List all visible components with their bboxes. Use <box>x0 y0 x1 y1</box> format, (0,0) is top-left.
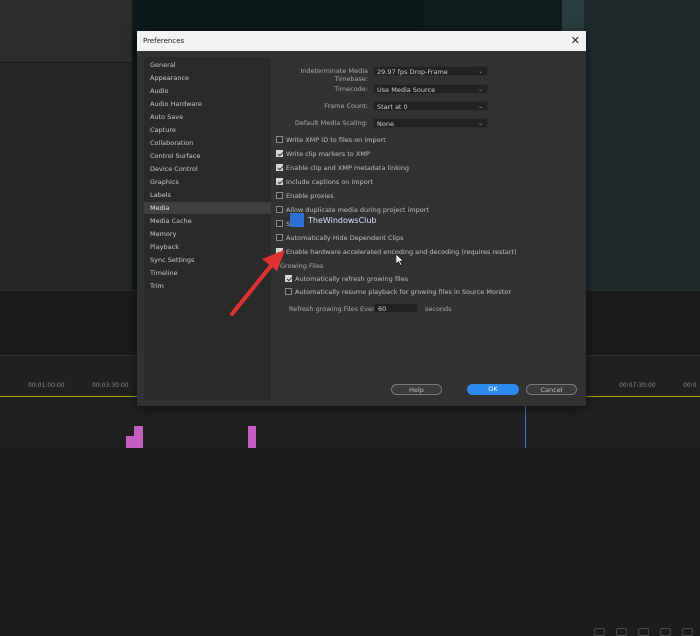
sidebar-item-graphics[interactable]: Graphics <box>144 176 271 188</box>
hide-dependent-clips-checkbox[interactable] <box>276 234 283 241</box>
sidebar-item-control-surface[interactable]: Control Surface <box>144 150 271 162</box>
sidebar-item-media-cache[interactable]: Media Cache <box>144 215 271 227</box>
obscured-option-checkbox[interactable] <box>276 220 283 227</box>
sidebar-item-media[interactable]: Media <box>144 202 271 214</box>
metadata-linking-label: Enable clip and XMP metadata linking <box>286 164 410 172</box>
transport-icon[interactable] <box>594 628 605 636</box>
sidebar-item-device-control[interactable]: Device Control <box>144 163 271 175</box>
media-scaling-label: Default Media Scaling: <box>294 119 368 127</box>
timeline-clip[interactable] <box>126 436 134 448</box>
ok-button[interactable]: OK <box>467 384 519 395</box>
sidebar-item-sync-settings[interactable]: Sync Settings <box>144 254 271 266</box>
write-xmp-id-checkbox[interactable] <box>276 136 283 143</box>
include-captions-label: Include captions on import <box>286 178 373 186</box>
metadata-linking-checkbox[interactable] <box>276 164 283 171</box>
frame-count-label: Frame Count: <box>324 102 368 110</box>
timecode-select[interactable]: Use Media Source ⌄ <box>373 84 488 94</box>
auto-refresh-label: Automatically refresh growing files <box>295 275 409 283</box>
timeline-timecode: 00:03:30:00 <box>92 382 129 389</box>
allow-duplicate-media-label: Allow duplicate media during project imp… <box>286 206 430 214</box>
timecode-value: Use Media Source <box>377 86 436 94</box>
sidebar-item-collaboration[interactable]: Collaboration <box>144 137 271 149</box>
write-clip-markers-label: Write clip markers to XMP <box>286 150 370 158</box>
timecode-label: Timecode: <box>334 85 368 93</box>
help-button[interactable]: Help <box>391 384 442 395</box>
dialog-titlebar: Preferences ✕ <box>137 31 586 51</box>
refresh-every-label: Refresh growing Files Every <box>289 305 379 313</box>
auto-refresh-checkbox[interactable] <box>285 275 292 282</box>
chevron-down-icon: ⌄ <box>477 120 483 127</box>
close-icon[interactable]: ✕ <box>571 34 580 47</box>
include-captions-checkbox[interactable] <box>276 178 283 185</box>
frame-count-select[interactable]: Start at 0 ⌄ <box>373 101 488 111</box>
sidebar-item-timeline[interactable]: Timeline <box>144 267 271 279</box>
transport-icon[interactable] <box>638 628 649 636</box>
preferences-category-list: General Appearance Audio Audio Hardware … <box>144 57 271 400</box>
write-clip-markers-checkbox[interactable] <box>276 150 283 157</box>
left-panel-background <box>0 0 132 290</box>
left-panel-header <box>0 0 132 63</box>
sidebar-item-labels[interactable]: Labels <box>144 189 271 201</box>
enable-proxies-checkbox[interactable] <box>276 192 283 199</box>
growing-files-heading: Growing Files <box>280 262 324 270</box>
refresh-unit-label: seconds <box>425 305 452 313</box>
hardware-accelerated-checkbox[interactable] <box>276 248 283 255</box>
timebase-select[interactable]: 29.97 fps Drop-Frame ⌄ <box>373 66 488 76</box>
transport-icon[interactable] <box>616 628 627 636</box>
timeline-clip[interactable] <box>134 426 143 448</box>
sidebar-item-playback[interactable]: Playback <box>144 241 271 253</box>
chevron-down-icon: ⌄ <box>477 86 483 93</box>
right-panel-background <box>584 0 700 290</box>
timeline-clip[interactable] <box>248 426 256 448</box>
chevron-down-icon: ⌄ <box>477 68 483 75</box>
hide-dependent-clips-label: Automatically Hide Dependent Clips <box>286 234 404 242</box>
sidebar-item-trim[interactable]: Trim <box>144 280 271 292</box>
mouse-cursor-icon <box>396 254 404 266</box>
auto-resume-label: Automatically resume playback for growin… <box>295 288 512 296</box>
timeline-timecode: 00:07:30:00 <box>619 382 656 389</box>
transport-icon[interactable] <box>660 628 671 636</box>
media-scaling-select[interactable]: None ⌄ <box>373 118 488 128</box>
sidebar-item-audio[interactable]: Audio <box>144 85 271 97</box>
chevron-down-icon: ⌄ <box>477 103 483 110</box>
sidebar-item-memory[interactable]: Memory <box>144 228 271 240</box>
enable-proxies-label: Enable proxies <box>286 192 334 200</box>
timeline-timecode: 00:01:00:00 <box>28 382 65 389</box>
sidebar-item-appearance[interactable]: Appearance <box>144 72 271 84</box>
write-xmp-id-label: Write XMP ID to files on import <box>286 136 386 144</box>
timebase-value: 29.97 fps Drop-Frame <box>377 68 448 76</box>
timebase-label: Indeterminate Media Timebase: <box>300 67 368 83</box>
refresh-interval-input[interactable]: 60 <box>374 303 418 313</box>
auto-resume-checkbox[interactable] <box>285 288 292 295</box>
sidebar-item-capture[interactable]: Capture <box>144 124 271 136</box>
watermark-text: TheWindowsClub <box>308 216 377 225</box>
frame-count-value: Start at 0 <box>377 103 408 111</box>
windows-club-logo-icon <box>290 213 304 227</box>
transport-icon[interactable] <box>682 628 693 636</box>
sidebar-item-auto-save[interactable]: Auto Save <box>144 111 271 123</box>
media-scaling-value: None <box>377 120 394 128</box>
sidebar-item-audio-hardware[interactable]: Audio Hardware <box>144 98 271 110</box>
timeline-timecode: 00:0 <box>683 382 697 389</box>
allow-duplicate-media-checkbox[interactable] <box>276 206 283 213</box>
sidebar-item-general[interactable]: General <box>144 59 271 71</box>
cancel-button[interactable]: Cancel <box>526 384 577 395</box>
dialog-title: Preferences <box>143 37 185 45</box>
